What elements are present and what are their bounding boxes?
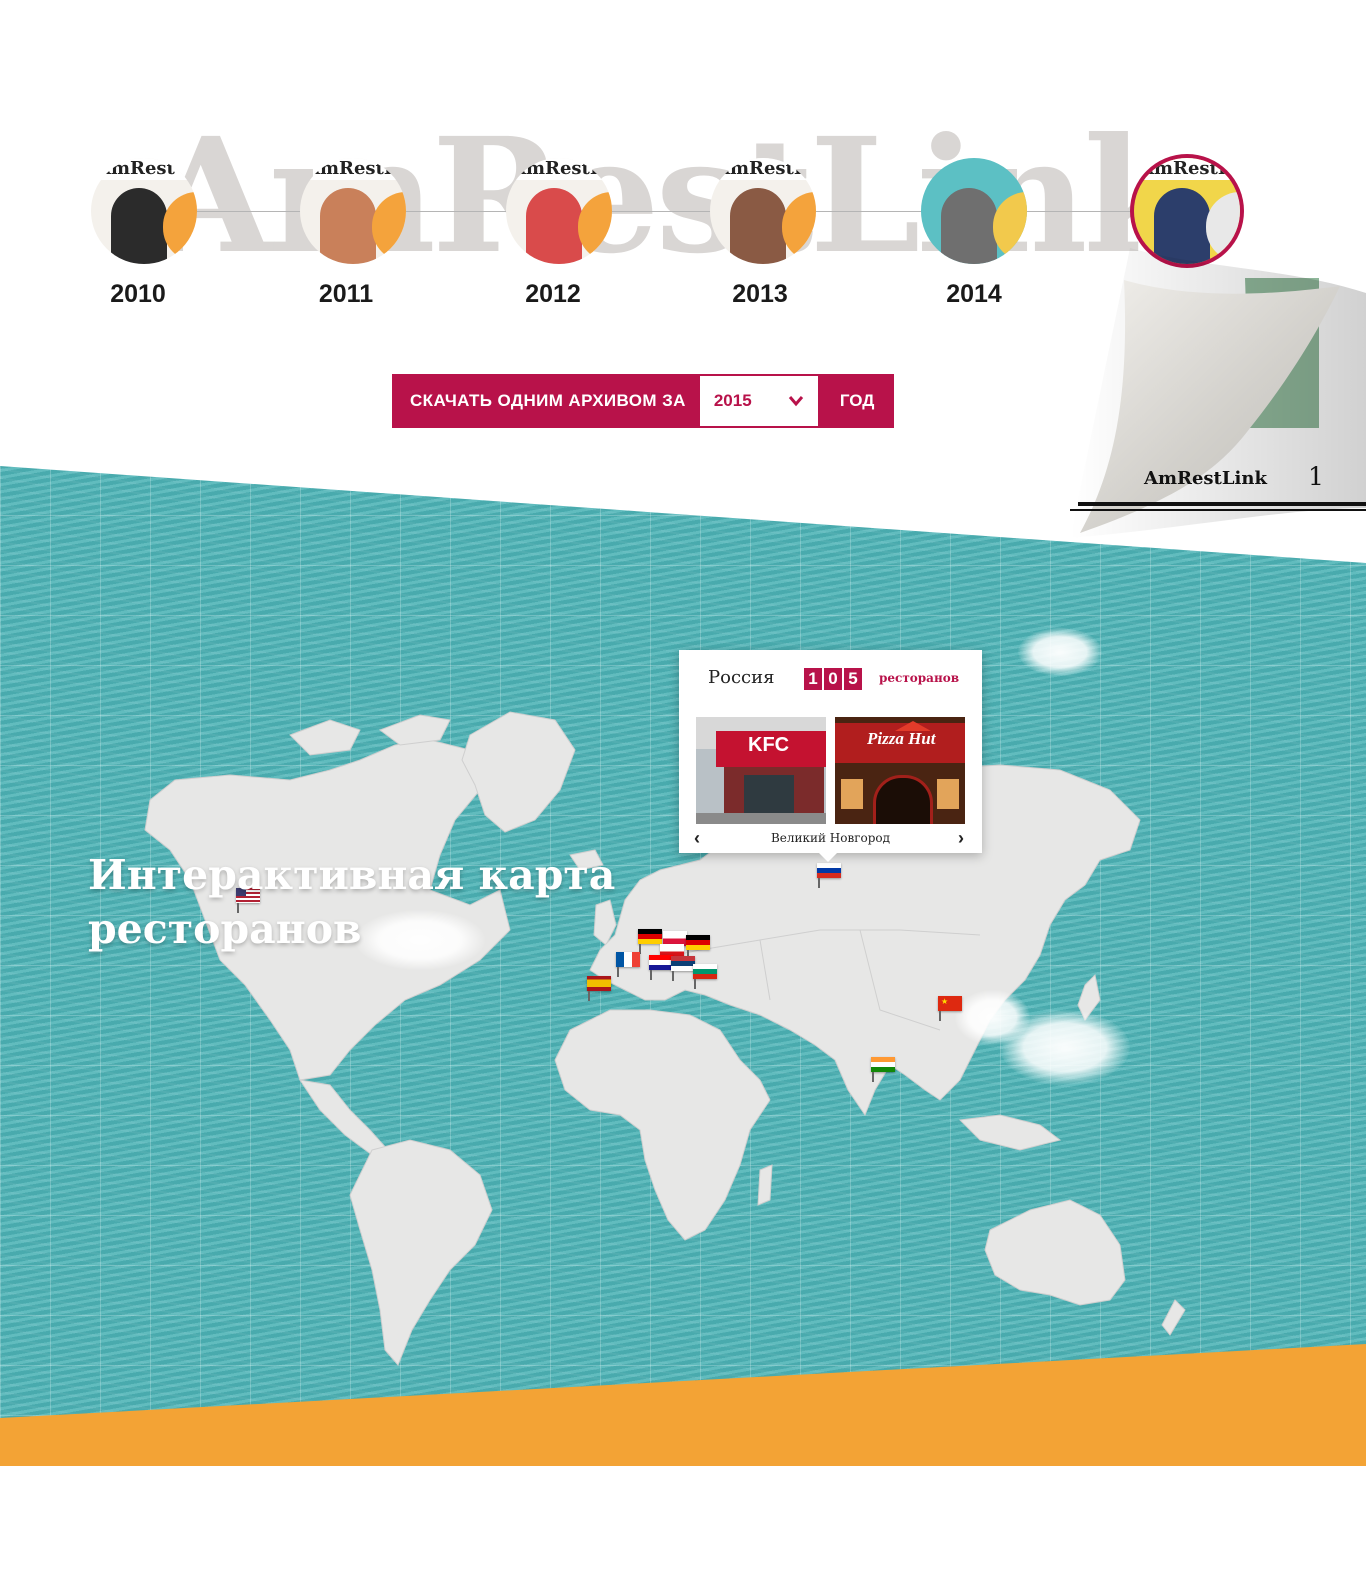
- issue-cover-2010[interactable]: AmRest: [91, 158, 197, 264]
- cover-masthead: AmRestLink: [506, 158, 612, 180]
- download-archive-label: СКАЧАТЬ ОДНИМ АРХИВОМ ЗА: [392, 374, 698, 428]
- country-popup: Россия 1 0 5 ресторанов KFC Pizza Hut ‹ …: [679, 650, 982, 862]
- continent-africa: [554, 1009, 771, 1241]
- flag-china-icon[interactable]: ★: [938, 996, 962, 1021]
- cover-masthead: AmRestLink: [1134, 158, 1240, 180]
- cover-side-panel: [578, 192, 612, 262]
- page-number: 1: [1308, 462, 1324, 491]
- cover-person: [111, 188, 167, 264]
- popup-city: Великий Новгород: [770, 831, 891, 845]
- flag-bulgaria-icon[interactable]: [693, 964, 717, 989]
- kfc-ground: [696, 813, 826, 824]
- chevron-down-icon: [788, 376, 804, 446]
- popup-restaurant-count: 1 0 5: [804, 668, 862, 690]
- cover-person: [941, 188, 997, 264]
- magazine-rule: [1070, 509, 1366, 511]
- cover-side-panel: [782, 192, 816, 262]
- count-digit: 1: [804, 668, 822, 690]
- flag-serbia-icon[interactable]: [671, 956, 695, 981]
- island-arctic-2: [378, 714, 451, 746]
- cover-masthead: AmRestLink: [300, 158, 406, 180]
- magazine-rule: [1078, 502, 1366, 506]
- continent-south-america: [349, 1139, 493, 1366]
- cloud: [1000, 1010, 1130, 1085]
- timeline-line: [140, 211, 1190, 212]
- flag-croatia-icon[interactable]: [649, 955, 673, 980]
- cloud: [1018, 628, 1102, 676]
- year-label[interactable]: 2011: [286, 280, 406, 309]
- issue-cover-2013[interactable]: AmRestLink: [710, 158, 816, 264]
- cloud: [66, 1508, 256, 1593]
- pizzahut-sign: Pizza Hut: [867, 729, 936, 748]
- map-title: Интерактивная карта ресторанов: [88, 848, 648, 956]
- next-arrow-icon[interactable]: ›: [958, 828, 964, 849]
- popup-country: Россия: [708, 667, 775, 688]
- cover-side-panel: [993, 192, 1027, 262]
- photo-pizza-hut[interactable]: Pizza Hut: [835, 717, 965, 824]
- pizzahut-window: [937, 779, 959, 809]
- count-digit: 5: [844, 668, 862, 690]
- cover-masthead: AmRestLink: [710, 158, 816, 180]
- issue-cover-2012[interactable]: AmRestLink: [506, 158, 612, 264]
- kfc-entrance: [744, 775, 794, 813]
- flag-spain-icon[interactable]: [587, 976, 611, 1001]
- islands-se-asia: [958, 1114, 1062, 1151]
- year-label[interactable]: 2014: [914, 280, 1034, 309]
- count-digit: 0: [824, 668, 842, 690]
- year-label[interactable]: 2010: [78, 280, 198, 309]
- download-year-button[interactable]: ГОД: [819, 374, 895, 428]
- continent-greenland: [461, 711, 576, 833]
- flag-india-icon[interactable]: [871, 1057, 895, 1082]
- year-select-value: 2015: [713, 391, 752, 410]
- cover-person: [320, 188, 376, 264]
- year-select[interactable]: 2015: [697, 374, 820, 428]
- cover-side-panel: [372, 192, 406, 262]
- issue-cover-2014[interactable]: [921, 158, 1027, 264]
- year-label[interactable]: 2013: [700, 280, 820, 309]
- cover-masthead: AmRest: [91, 158, 197, 180]
- cover-person: [526, 188, 582, 264]
- pizzahut-window: [841, 779, 863, 809]
- download-archive-bar: СКАЧАТЬ ОДНИМ АРХИВОМ ЗА 2015 ГОД: [392, 374, 895, 428]
- issue-cover-2011[interactable]: AmRestLink: [300, 158, 406, 264]
- island-new-zealand: [1161, 1299, 1186, 1336]
- flag-russia-icon[interactable]: [817, 863, 841, 888]
- map-title-line2: ресторанов: [88, 905, 362, 953]
- pizzahut-entrance: [873, 775, 933, 824]
- continent-australia: [984, 1199, 1126, 1306]
- map-title-line1: Интерактивная карта: [88, 851, 616, 899]
- flag-germany2-icon[interactable]: [686, 935, 710, 960]
- kfc-sign: KFC: [748, 734, 790, 756]
- magazine-logo: AmRestLink: [1144, 468, 1267, 489]
- cover-person: [730, 188, 786, 264]
- popup-count-word: ресторанов: [879, 671, 960, 685]
- year-label[interactable]: 2012: [493, 280, 613, 309]
- continent-central-america: [298, 1079, 389, 1156]
- island-madagascar: [757, 1164, 773, 1206]
- cover-side-panel: [163, 192, 197, 262]
- photo-kfc[interactable]: KFC: [696, 717, 826, 824]
- island-arctic-1: [289, 719, 361, 756]
